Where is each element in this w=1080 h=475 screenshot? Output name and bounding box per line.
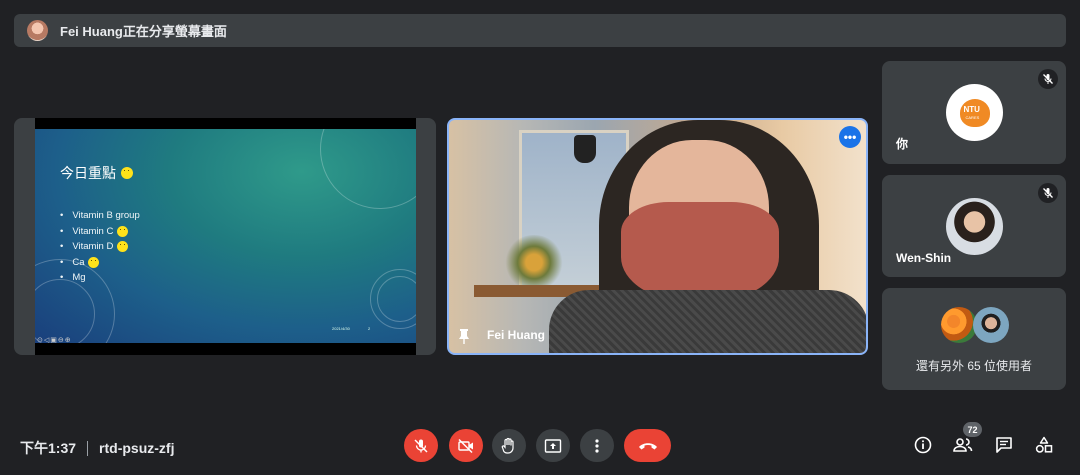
slide-nav-controls[interactable]: ⊙◁▣⊖⊕ xyxy=(37,336,72,343)
people-icon xyxy=(953,438,973,452)
presenter-video-tile[interactable]: ••• Fei Huang xyxy=(447,118,868,355)
smiley-icon xyxy=(117,241,129,253)
more-vert-icon xyxy=(595,438,599,453)
chat-button[interactable] xyxy=(991,432,1017,458)
avatar xyxy=(941,307,977,343)
other-participants-count: 還有另外 65 位使用者 xyxy=(915,359,1033,373)
divider xyxy=(87,440,89,456)
slide-title: 今日重點 xyxy=(60,163,133,183)
activities-button[interactable] xyxy=(1031,432,1057,458)
list-item: Ca xyxy=(60,255,140,271)
participant-tile-wen-shin[interactable]: Wen-Shin xyxy=(882,175,1066,277)
leave-call-button[interactable] xyxy=(624,429,671,462)
info-icon xyxy=(914,436,932,454)
presenter-name: Fei Huang xyxy=(487,328,546,342)
hang-up-icon xyxy=(638,442,657,449)
presentation-slide: 今日重點 Vitamin B group Vitamin C Vitamin D… xyxy=(35,118,416,355)
mic-off-icon xyxy=(1038,183,1058,203)
list-item: Vitamin C xyxy=(60,224,140,240)
smiley-icon xyxy=(88,256,100,268)
camera-off-icon xyxy=(458,438,473,453)
slide-page-number: 2 xyxy=(368,326,371,331)
activities-icon xyxy=(1035,436,1053,453)
present-screen-icon xyxy=(544,438,562,453)
participant-tile-self[interactable]: NTU CARES 你 xyxy=(882,61,1066,164)
avatar xyxy=(973,307,1009,343)
avatar xyxy=(946,198,1003,255)
smiley-icon xyxy=(117,225,129,237)
slide-title-text: 今日重點 xyxy=(60,165,116,181)
camera-toggle-button[interactable] xyxy=(449,429,483,462)
ntu-cares-logo: NTU CARES xyxy=(956,97,994,129)
chat-icon xyxy=(996,437,1012,453)
mic-off-icon xyxy=(1038,69,1058,89)
hand-icon xyxy=(501,437,514,454)
slide-bullet-list: Vitamin B group Vitamin C Vitamin D Ca M… xyxy=(60,208,140,286)
pin-icon[interactable] xyxy=(457,328,471,344)
slide-date: 2021/4/30 xyxy=(332,326,350,331)
participant-name: Wen-Shin xyxy=(896,251,952,265)
mic-toggle-button[interactable] xyxy=(404,429,438,462)
raise-hand-button[interactable] xyxy=(492,429,526,462)
participant-name: 你 xyxy=(896,137,909,151)
list-item: Vitamin D xyxy=(60,239,140,255)
other-participants-avatars xyxy=(941,307,1011,343)
meeting-code[interactable]: rtd-psuz-zfj xyxy=(99,440,174,456)
meeting-details-button[interactable] xyxy=(910,432,936,458)
avatar: NTU CARES xyxy=(946,84,1003,141)
presenter-avatar xyxy=(27,20,48,41)
present-now-button[interactable] xyxy=(536,429,570,462)
smiley-icon xyxy=(121,167,133,179)
mic-off-icon xyxy=(414,438,428,453)
meeting-info: 下午1:37 rtd-psuz-zfj xyxy=(20,438,174,458)
other-participants-tile[interactable]: 還有另外 65 位使用者 xyxy=(882,288,1066,390)
list-item: Vitamin B group xyxy=(60,208,139,224)
list-item: Mg xyxy=(60,270,140,286)
screen-share-tile[interactable]: 今日重點 Vitamin B group Vitamin C Vitamin D… xyxy=(14,118,436,355)
meeting-time: 下午1:37 xyxy=(20,440,77,456)
presenting-banner-text: Fei Huang正在分享螢幕畫面 xyxy=(60,24,227,39)
presenting-banner: Fei Huang正在分享螢幕畫面 xyxy=(14,14,1066,47)
more-options-icon[interactable]: ••• xyxy=(839,126,861,148)
more-options-button[interactable] xyxy=(580,429,614,462)
participant-count-badge: 72 xyxy=(963,422,982,437)
